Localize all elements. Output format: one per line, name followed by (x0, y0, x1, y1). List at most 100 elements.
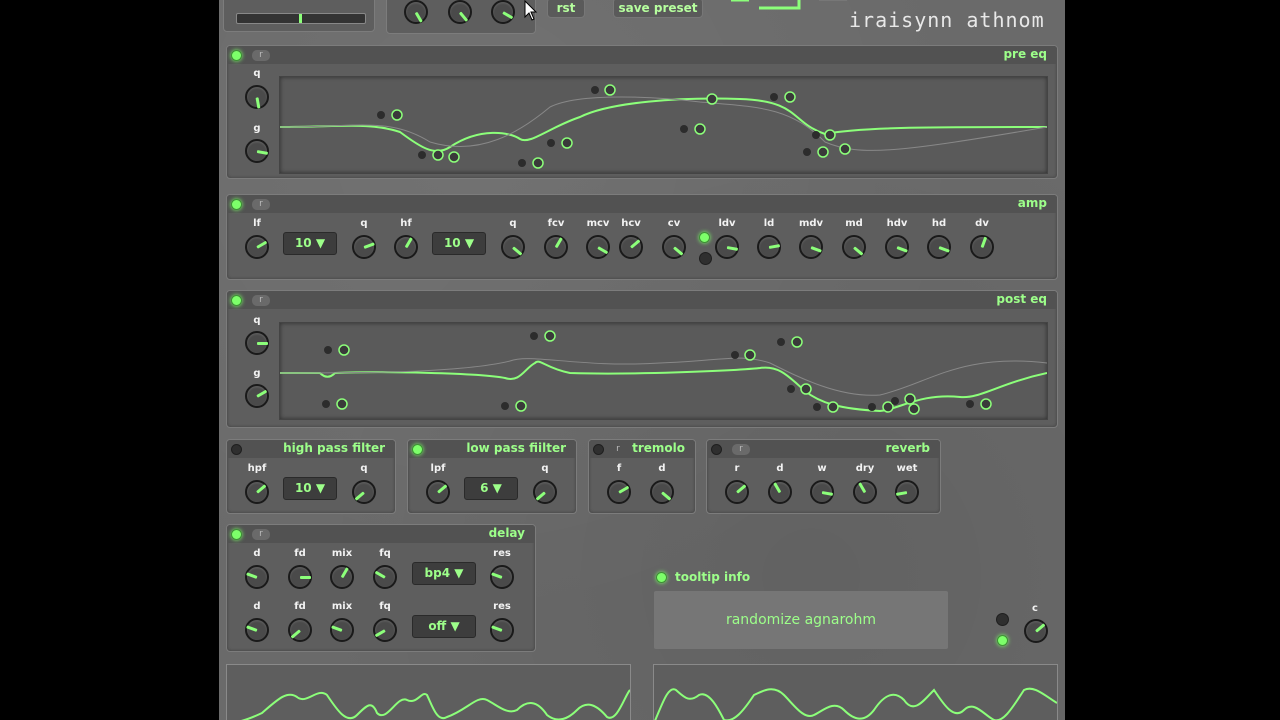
amp-hf-select[interactable]: 10 ▼ (432, 232, 486, 255)
pre-eq-enable-led[interactable] (231, 50, 242, 61)
delay-r1-d-knob[interactable] (245, 565, 269, 589)
delay-r1-mix-knob[interactable] (330, 565, 354, 589)
amp-reset-button[interactable]: r (252, 199, 270, 210)
amp-mdv-label: mdv (798, 218, 824, 229)
hpf-enable-led[interactable] (231, 444, 242, 455)
left-waveform-display (226, 664, 631, 720)
amp-hdv-knob[interactable] (885, 235, 909, 259)
delay-r2-mix-label: mix (331, 601, 353, 612)
hpf-select-value: 10 (294, 481, 312, 495)
pre-eq-reset-button[interactable]: r (252, 50, 270, 61)
delay-title: delay (488, 526, 525, 540)
delay-r2-d-label: d (253, 601, 261, 612)
reverb-wet-label: wet (896, 463, 918, 474)
lpf-cutoff-knob[interactable] (426, 480, 450, 504)
post-eq-reset-button[interactable]: r (252, 295, 270, 306)
reverb-reset-button[interactable]: r (732, 444, 750, 455)
low-pass-filter-panel: low pass fiilter lpf 6 ▼ q (407, 439, 577, 514)
tooltip-info-box: randomize agnarohm (654, 591, 948, 649)
amp-cv-knob[interactable] (662, 235, 686, 259)
reverb-d-knob[interactable] (768, 480, 792, 504)
amp-led-top[interactable] (699, 232, 710, 243)
delay-r1-select[interactable]: bp4 ▼ (412, 562, 476, 585)
delay-r1-fd-knob[interactable] (288, 565, 312, 589)
c-knob[interactable] (1024, 619, 1048, 643)
amp-hcv-knob[interactable] (619, 235, 643, 259)
top-knob-3[interactable] (491, 0, 515, 24)
tremolo-f-knob[interactable] (607, 480, 631, 504)
tooltip-info-led[interactable] (656, 572, 667, 583)
amp-ld-knob[interactable] (757, 235, 781, 259)
pre-eq-q-knob[interactable] (245, 85, 269, 109)
mouse-cursor-icon (524, 0, 538, 26)
tremolo-enable-led[interactable] (593, 444, 604, 455)
lpf-cutoff-label: lpf (430, 463, 446, 474)
reverb-enable-led[interactable] (711, 444, 722, 455)
amp-header (227, 195, 1057, 213)
amp-fcv-knob[interactable] (544, 235, 568, 259)
top-slider[interactable] (236, 13, 366, 24)
delay-r2-mix-knob[interactable] (330, 618, 354, 642)
delay-r2-select[interactable]: off ▼ (412, 615, 476, 638)
delay-reset-button[interactable]: r (252, 529, 270, 540)
delay-r2-fd-knob[interactable] (288, 618, 312, 642)
amp-dv-knob[interactable] (970, 235, 994, 259)
amp-ldv-knob[interactable] (715, 235, 739, 259)
amp-hf-select-value: 10 (443, 236, 461, 250)
reverb-w-knob[interactable] (810, 480, 834, 504)
amp-lf-knob[interactable] (245, 235, 269, 259)
save-preset-button[interactable]: save preset (613, 0, 703, 18)
lpf-q-knob[interactable] (533, 480, 557, 504)
reverb-wet-knob[interactable] (895, 480, 919, 504)
brand-logo: iraisynn athnom (849, 8, 1045, 32)
reset-button[interactable]: rst (547, 0, 585, 18)
amp-led-bottom[interactable] (699, 252, 712, 265)
lpf-select[interactable]: 6 ▼ (464, 477, 518, 500)
delay-r1-fq-knob[interactable] (373, 565, 397, 589)
post-eq-curve-display[interactable] (279, 322, 1048, 420)
tremolo-title: tremolo (632, 441, 685, 455)
amp-hf-knob[interactable] (394, 235, 418, 259)
tremolo-d-knob[interactable] (650, 480, 674, 504)
tremolo-reset-button[interactable]: r (611, 444, 625, 455)
amp-q1-label: q (360, 218, 368, 229)
amp-q1-knob[interactable] (352, 235, 376, 259)
post-eq-g-knob[interactable] (245, 384, 269, 408)
pre-eq-g-knob[interactable] (245, 139, 269, 163)
amp-mdv-knob[interactable] (799, 235, 823, 259)
delay-r1-res-knob[interactable] (490, 565, 514, 589)
amp-q2-label: q (509, 218, 517, 229)
delay-r2-res-knob[interactable] (490, 618, 514, 642)
amp-md-knob[interactable] (842, 235, 866, 259)
top-knob-1[interactable] (404, 0, 428, 24)
post-eq-q-label: q (253, 315, 261, 326)
post-eq-secondary-curve (279, 357, 1048, 396)
post-eq-enable-led[interactable] (231, 295, 242, 306)
delay-r1-mix-label: mix (331, 548, 353, 559)
synth-plugin-window: rst save preset iraisynn athnom r pre eq… (219, 0, 1065, 720)
amp-mcv-knob[interactable] (586, 235, 610, 259)
reverb-r-knob[interactable] (725, 480, 749, 504)
post-eq-q-knob[interactable] (245, 331, 269, 355)
pre-eq-secondary-curve (279, 96, 1048, 151)
c-led-bottom[interactable] (997, 635, 1008, 646)
top-knob-2[interactable] (448, 0, 472, 24)
delay-r2-fq-knob[interactable] (373, 618, 397, 642)
amp-lf-select[interactable]: 10 ▼ (283, 232, 337, 255)
amp-enable-led[interactable] (231, 199, 242, 210)
lpf-enable-led[interactable] (412, 444, 423, 455)
reverb-dry-knob[interactable] (853, 480, 877, 504)
delay-enable-led[interactable] (231, 529, 242, 540)
hpf-cutoff-knob[interactable] (245, 480, 269, 504)
post-eq-curve (280, 360, 1048, 413)
top-slider-handle[interactable] (299, 14, 302, 23)
delay-r2-d-knob[interactable] (245, 618, 269, 642)
c-led-top[interactable] (996, 613, 1009, 626)
amp-hf-label: hf (400, 218, 412, 229)
amp-q2-knob[interactable] (501, 235, 525, 259)
pre-eq-curve-display[interactable] (279, 76, 1048, 174)
hpf-select[interactable]: 10 ▼ (283, 477, 337, 500)
amp-hd-knob[interactable] (927, 235, 951, 259)
amp-hcv-label: hcv (621, 218, 641, 229)
hpf-q-knob[interactable] (352, 480, 376, 504)
